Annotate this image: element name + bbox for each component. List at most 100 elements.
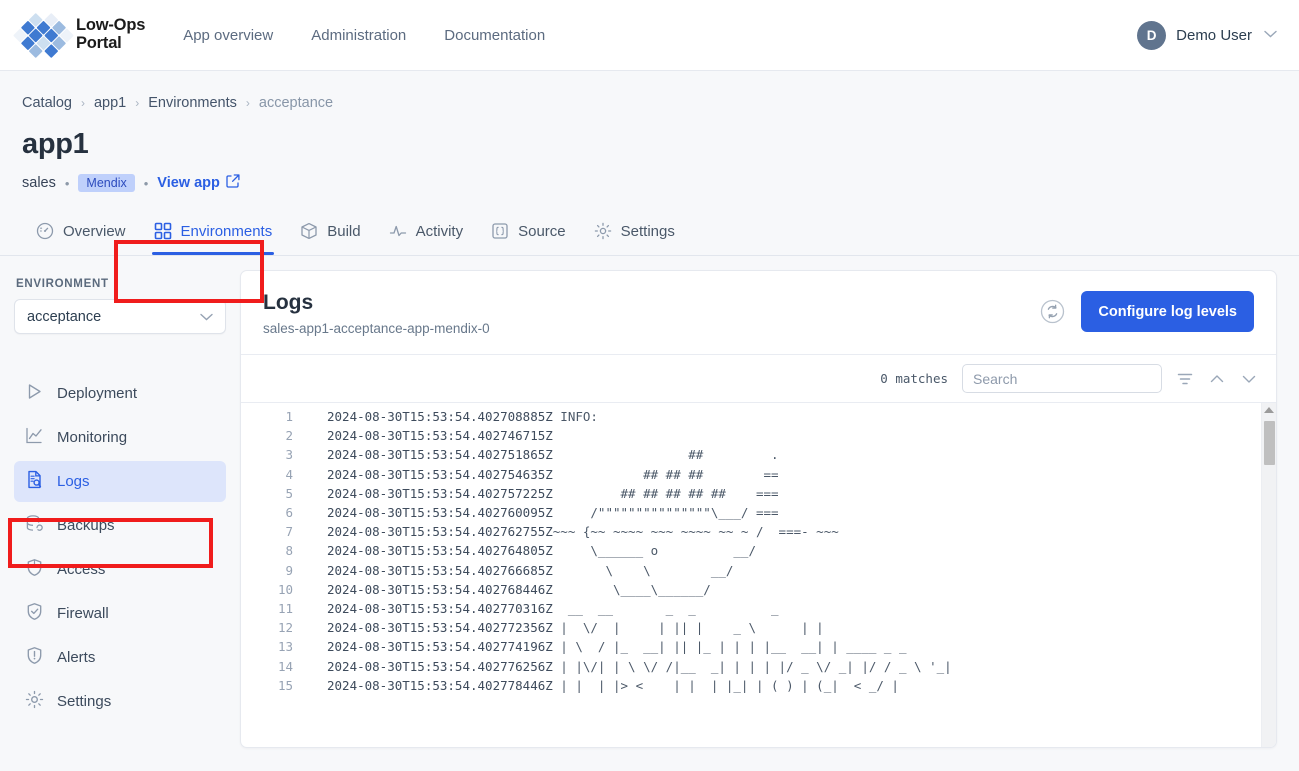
sidebar-item-backups[interactable]: Backups	[14, 505, 226, 546]
log-line-number: 13	[277, 639, 293, 655]
app-tabs: Overview Environments Build Activity Sou…	[0, 214, 1299, 256]
tab-settings[interactable]: Settings	[580, 214, 689, 255]
tab-source[interactable]: Source	[477, 214, 580, 255]
scroll-up-arrow-icon[interactable]	[1264, 407, 1274, 413]
tab-label: Settings	[620, 222, 675, 240]
tab-environments[interactable]: Environments	[140, 214, 287, 255]
log-message: __ __ _ _ _	[552, 601, 779, 617]
sidebar-item-firewall[interactable]: Firewall	[14, 593, 226, 634]
breadcrumb-item-catalog[interactable]: Catalog	[22, 95, 72, 111]
log-timestamp: 2024-08-30T15:53:54.402708885Z	[327, 409, 553, 424]
tab-activity[interactable]: Activity	[375, 214, 478, 255]
primary-nav-links: App overview Administration Documentatio…	[183, 27, 545, 44]
log-message: /"""""""""""""""\___/ ===	[552, 505, 779, 521]
search-input[interactable]	[962, 364, 1162, 393]
breadcrumb-separator-icon: ›	[80, 96, 85, 110]
environment-select-value: acceptance	[27, 308, 102, 325]
log-line: 2 2024-08-30T15:53:54.402746715Z	[241, 426, 1261, 445]
tab-build[interactable]: Build	[286, 214, 374, 255]
sidebar-item-deployment[interactable]: Deployment	[14, 373, 226, 414]
log-scrollbar[interactable]	[1261, 403, 1276, 747]
environment-select[interactable]: acceptance	[14, 299, 226, 334]
log-timestamp: 2024-08-30T15:53:54.402774196Z	[327, 639, 553, 655]
separator-dot-icon: •	[64, 175, 70, 191]
sidebar-item-alerts[interactable]: Alerts	[14, 637, 226, 678]
filter-icon[interactable]	[1176, 370, 1194, 388]
tab-label: Activity	[415, 222, 464, 240]
grid-icon	[154, 222, 172, 240]
environment-sidebar: ENVIRONMENT acceptance Deployment Monito…	[0, 256, 240, 748]
brand-name: Low-Ops Portal	[76, 16, 145, 53]
log-message: \____\______/	[552, 581, 711, 597]
breadcrumb-item-app1[interactable]: app1	[94, 95, 126, 111]
log-line-number: 9	[285, 562, 293, 578]
configure-log-levels-button[interactable]: Configure log levels	[1081, 291, 1254, 332]
sidebar-item-access[interactable]: Access	[14, 549, 226, 590]
page-header: Catalog › app1 › Environments › acceptan…	[0, 71, 1299, 192]
log-timestamp: 2024-08-30T15:53:54.402751865Z	[327, 447, 553, 463]
log-line: 5 2024-08-30T15:53:54.402757225Z ## ## ##…	[241, 484, 1261, 503]
log-line: 6 2024-08-30T15:53:54.402760095Z /"""""""…	[241, 503, 1261, 522]
low-ops-portal-logo-icon	[13, 4, 74, 66]
sidebar-item-label: Deployment	[57, 385, 138, 402]
platform-badge: Mendix	[78, 174, 135, 192]
log-line-number: 6	[285, 505, 293, 521]
sidebar-nav: Deployment Monitoring Logs Backups Acces…	[14, 373, 226, 722]
top-navigation-bar: Low-Ops Portal App overview Administrati…	[0, 0, 1299, 71]
nav-link-administration[interactable]: Administration	[311, 27, 406, 44]
log-line-number: 5	[285, 485, 293, 501]
logs-panel-title-group: Logs sales-app1-acceptance-app-mendix-0	[263, 291, 490, 336]
logs-toolbar: 0 matches	[241, 354, 1276, 402]
log-line-number: 2	[285, 428, 293, 444]
scroll-thumb[interactable]	[1264, 421, 1275, 465]
log-timestamp: 2024-08-30T15:53:54.402776256Z	[327, 658, 553, 674]
user-menu[interactable]: D Demo User	[1137, 0, 1277, 70]
sidebar-item-settings[interactable]: Settings	[14, 681, 226, 722]
breadcrumb-item-environments[interactable]: Environments	[148, 95, 237, 111]
chevron-down-icon	[200, 309, 213, 325]
view-app-link[interactable]: View app	[157, 174, 240, 192]
log-message: | \ / |_ __| || |_ | | | |__ __| | ____ …	[552, 639, 907, 655]
log-viewer[interactable]: 1 2024-08-30T15:53:54.402708885Z INFO: 2 20…	[241, 402, 1276, 747]
brand-logo[interactable]: Low-Ops Portal	[13, 4, 145, 66]
log-timestamp: 2024-08-30T15:53:54.402768446Z	[327, 581, 553, 597]
log-timestamp: 2024-08-30T15:53:54.402778446Z	[327, 677, 553, 693]
sidebar-item-monitoring[interactable]: Monitoring	[14, 417, 226, 458]
chevron-down-icon[interactable]	[1240, 370, 1258, 388]
gear-icon	[25, 690, 44, 713]
log-timestamp: 2024-08-30T15:53:54.402766685Z	[327, 562, 553, 578]
log-timestamp: 2024-08-30T15:53:54.402762755Z	[327, 524, 553, 540]
log-line-number: 4	[285, 466, 293, 482]
sidebar-section-label: ENVIRONMENT	[16, 278, 109, 290]
log-line: 4 2024-08-30T15:53:54.402754635Z ## ## ##…	[241, 465, 1261, 484]
log-line: 7 2024-08-30T15:53:54.402762755Z ~~~ {~~ ~…	[241, 522, 1261, 541]
breadcrumb: Catalog › app1 › Environments › acceptan…	[22, 95, 1277, 111]
nav-link-documentation[interactable]: Documentation	[444, 27, 545, 44]
tab-label: Build	[327, 222, 361, 240]
breadcrumb-item-acceptance: acceptance	[258, 95, 334, 111]
nav-link-app-overview[interactable]: App overview	[183, 27, 273, 44]
sidebar-item-label: Alerts	[57, 649, 96, 666]
page-body: ENVIRONMENT acceptance Deployment Monito…	[0, 256, 1299, 748]
log-message: INFO:	[552, 409, 598, 424]
tab-overview[interactable]: Overview	[22, 214, 140, 255]
log-line: 10 2024-08-30T15:53:54.402768446Z \____\_…	[241, 580, 1261, 599]
log-line-number: 11	[277, 601, 293, 617]
log-timestamp: 2024-08-30T15:53:54.402770316Z	[327, 601, 553, 617]
sidebar-item-logs[interactable]: Logs	[14, 461, 226, 502]
log-search-icon	[25, 470, 44, 493]
log-timestamp: 2024-08-30T15:53:54.402760095Z	[327, 505, 553, 521]
log-message: \ \ __/	[552, 562, 734, 578]
shield-alert-icon	[25, 646, 44, 669]
tab-label: Source	[518, 222, 566, 240]
log-line-number: 7	[285, 524, 293, 540]
refresh-icon[interactable]	[1040, 299, 1065, 324]
logs-panel-header: Logs sales-app1-acceptance-app-mendix-0 …	[241, 271, 1276, 354]
chevron-up-icon[interactable]	[1208, 370, 1226, 388]
external-link-icon	[226, 174, 240, 192]
box-icon	[300, 222, 318, 240]
log-lines-container: 1 2024-08-30T15:53:54.402708885Z INFO: 2 20…	[241, 403, 1261, 747]
logs-panel-actions: Configure log levels	[1040, 291, 1254, 332]
gear-icon	[594, 222, 612, 240]
view-app-label: View app	[157, 175, 220, 191]
